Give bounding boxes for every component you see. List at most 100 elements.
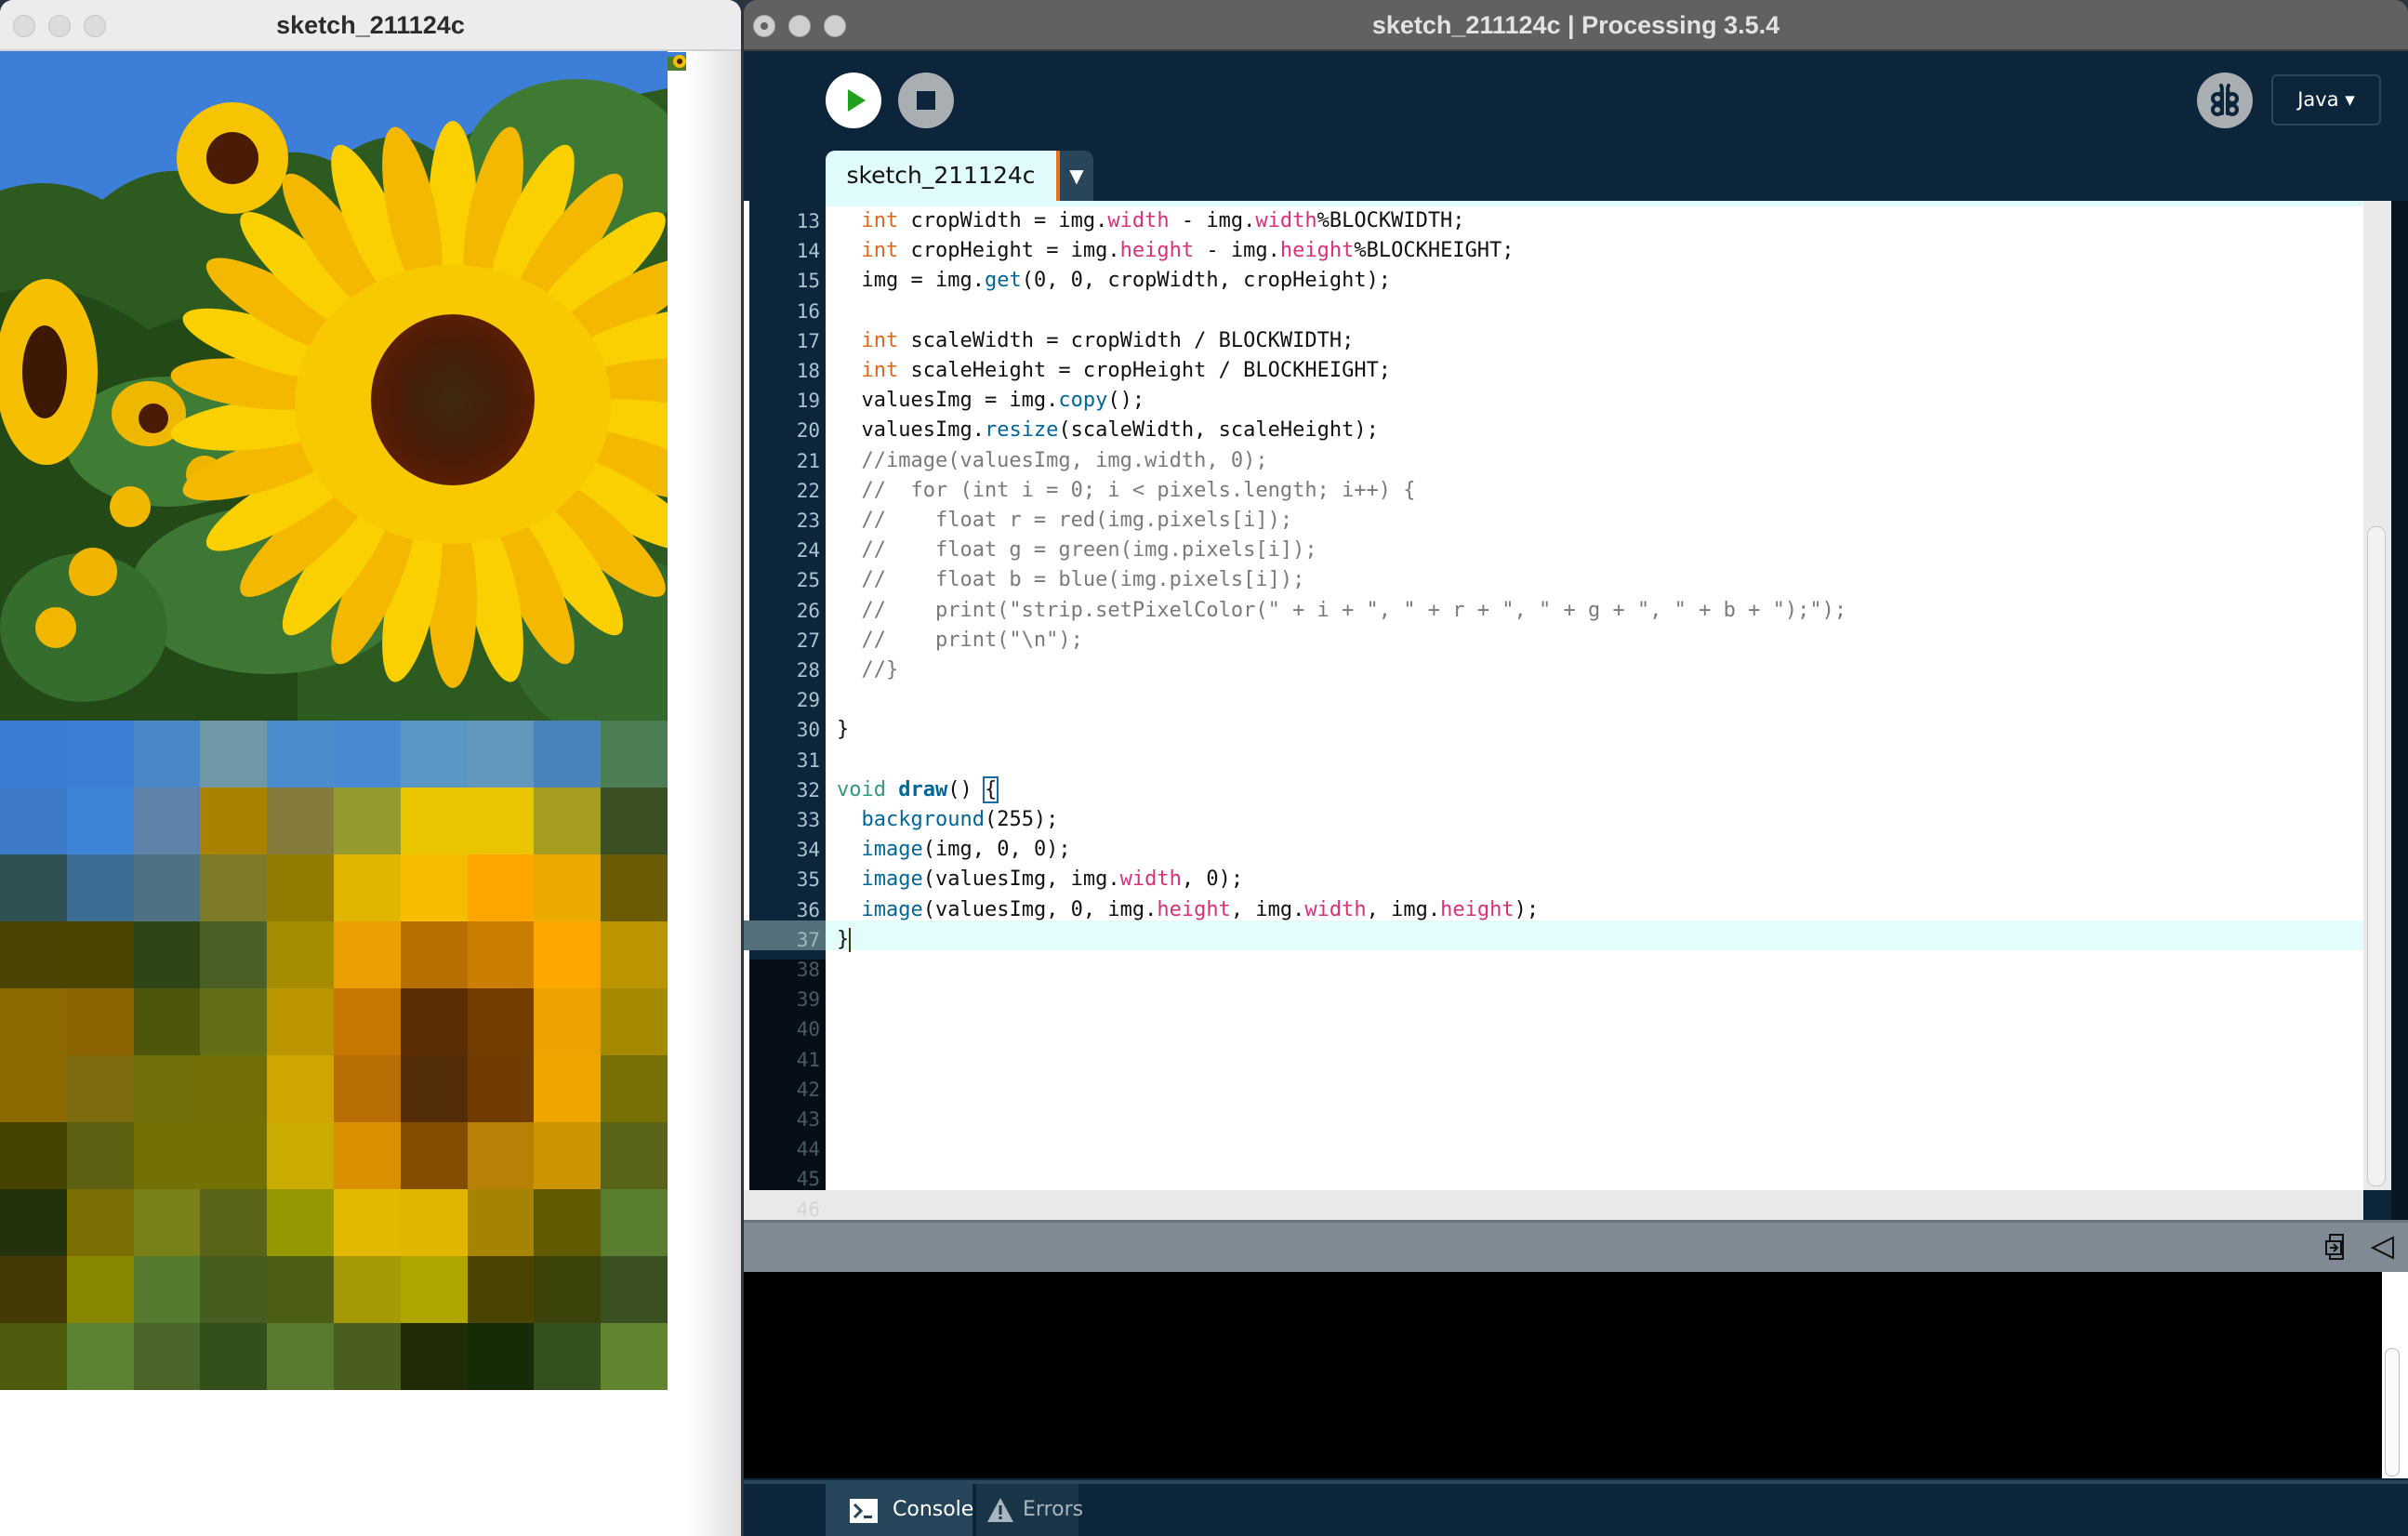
code-line[interactable]: } (837, 715, 849, 745)
code-line[interactable]: // for (int i = 0; i < pixels.length; i+… (837, 476, 1415, 506)
code-line[interactable]: // float b = blue(img.pixels[i]); (837, 565, 1304, 595)
mosaic-cell (200, 921, 268, 988)
collapse-triangle-icon[interactable] (2369, 1234, 2397, 1262)
mosaic-cell (334, 721, 401, 788)
mosaic-cell (267, 721, 334, 788)
line-number: 37 (796, 928, 820, 951)
line-number: 28 (796, 659, 820, 682)
code-line[interactable]: int cropHeight = img.height - img.height… (837, 236, 1515, 266)
code-line[interactable]: int scaleHeight = cropHeight / BLOCKHEIG… (837, 356, 1392, 386)
code-line[interactable]: background(255); (837, 805, 1059, 835)
code-line[interactable]: // print("\n"); (837, 626, 1082, 655)
tab-errors[interactable]: Errors (976, 1484, 1083, 1536)
mosaic-cell (200, 988, 268, 1055)
code-line[interactable]: valuesImg.resize(scaleWidth, scaleHeight… (837, 416, 1378, 445)
line-number: 42 (796, 1078, 820, 1101)
mosaic-cell (400, 1256, 468, 1323)
mosaic-cell (267, 788, 334, 854)
console-scrollbar-thumb[interactable] (2385, 1348, 2400, 1476)
debugger-button[interactable] (2197, 73, 2253, 128)
mosaic-cell (200, 1256, 268, 1323)
line-number: 14 (796, 240, 820, 263)
mosaic-cell (400, 988, 468, 1055)
mosaic-cell (200, 721, 268, 788)
mosaic-cell (133, 854, 201, 921)
code-line[interactable]: //} (837, 655, 898, 685)
mosaic-cell (66, 1256, 134, 1323)
small-sunflower-top (177, 102, 288, 214)
stop-button[interactable] (898, 73, 954, 128)
mosaic-cell (200, 1323, 268, 1390)
mosaic-cell (0, 721, 67, 788)
tab-console[interactable]: Console (826, 1484, 973, 1536)
code-line[interactable]: int scaleWidth = cropWidth / BLOCKWIDTH; (837, 326, 1355, 356)
sketch-titlebar[interactable]: sketch_211124c (0, 0, 741, 51)
code-line[interactable]: // print("strip.setPixelColor(" + i + ",… (837, 596, 1846, 626)
mosaic-cell (601, 1256, 668, 1323)
code-line[interactable]: int cropWidth = img.width - img.width%BL… (837, 206, 1465, 236)
mosaic-cell (334, 788, 401, 854)
mosaic-cell (133, 1256, 201, 1323)
line-number: 24 (796, 539, 820, 563)
code-line[interactable]: } (837, 925, 852, 955)
code-line[interactable]: img = img.get(0, 0, cropWidth, cropHeigh… (837, 266, 1391, 296)
mosaic-cell (66, 921, 134, 988)
mosaic-cell (66, 1122, 134, 1189)
play-icon (848, 89, 866, 112)
mosaic-cell (267, 921, 334, 988)
mosaic-cell (601, 721, 668, 788)
code-line[interactable]: //image(valuesImg, img.width, 0); (837, 446, 1267, 476)
code-line[interactable]: // float g = green(img.pixels[i]); (837, 536, 1316, 565)
code-line[interactable]: image(valuesImg, img.width, 0); (837, 865, 1244, 894)
line-number: 31 (796, 748, 820, 772)
ide-titlebar[interactable]: sketch_211124c | Processing 3.5.4 (744, 0, 2408, 51)
mosaic-cell (467, 1055, 535, 1122)
mosaic-cell (534, 1055, 602, 1122)
mosaic-cell (0, 988, 67, 1055)
mosaic-cell (66, 854, 134, 921)
mosaic-cell (0, 1055, 67, 1122)
mosaic-cell (334, 854, 401, 921)
mosaic-cell (467, 1323, 535, 1390)
code-line[interactable]: // float r = red(img.pixels[i]); (837, 506, 1292, 536)
stop-icon (917, 91, 935, 110)
line-number: 13 (796, 210, 820, 232)
mosaic-cell (267, 854, 334, 921)
mosaic-cell (534, 854, 602, 921)
terminal-icon (850, 1499, 878, 1523)
mosaic-cell (133, 1055, 201, 1122)
mosaic-cell (467, 1256, 535, 1323)
mosaic-cell (267, 1256, 334, 1323)
mosaic-cell (66, 788, 134, 854)
mosaic-cell (133, 1323, 201, 1390)
window-shadow (685, 51, 741, 1536)
editor-scrollbar-thumb[interactable] (2367, 526, 2386, 1186)
mosaic-cell (267, 988, 334, 1055)
code-line[interactable]: void draw() { (837, 775, 999, 805)
code-line[interactable]: image(valuesImg, 0, img.height, img.widt… (837, 895, 1540, 925)
line-number: 36 (796, 898, 820, 921)
mosaic-cell (334, 1189, 401, 1256)
mosaic-cell (601, 1122, 668, 1189)
mosaic-cell (334, 1323, 401, 1390)
mosaic-cell (601, 1055, 668, 1122)
mosaic-cell (400, 1189, 468, 1256)
line-number: 21 (796, 449, 820, 472)
processing-ide-window: sketch_211124c | Processing 3.5.4 Java ▾ (744, 0, 2408, 1536)
tab-sketch_211124c[interactable]: sketch_211124c (826, 151, 1060, 201)
console-output[interactable] (744, 1272, 2382, 1478)
line-number: 30 (796, 719, 820, 742)
sunflower-image (0, 51, 668, 721)
mosaic-cell (0, 1189, 67, 1256)
copy-icon[interactable] (2324, 1232, 2352, 1264)
values-image-thumbnail (668, 52, 686, 71)
mosaic-cell (534, 1189, 602, 1256)
code-line[interactable]: image(img, 0, 0); (837, 835, 1071, 865)
line-number: 32 (796, 778, 820, 801)
mode-selector[interactable]: Java ▾ (2271, 74, 2381, 126)
tab-menu-button[interactable]: ▼ (1060, 151, 1093, 201)
code-line[interactable]: valuesImg = img.copy(); (837, 386, 1144, 416)
line-number: 38 (796, 959, 820, 981)
mosaic-cell (601, 988, 668, 1055)
run-button[interactable] (826, 73, 881, 128)
